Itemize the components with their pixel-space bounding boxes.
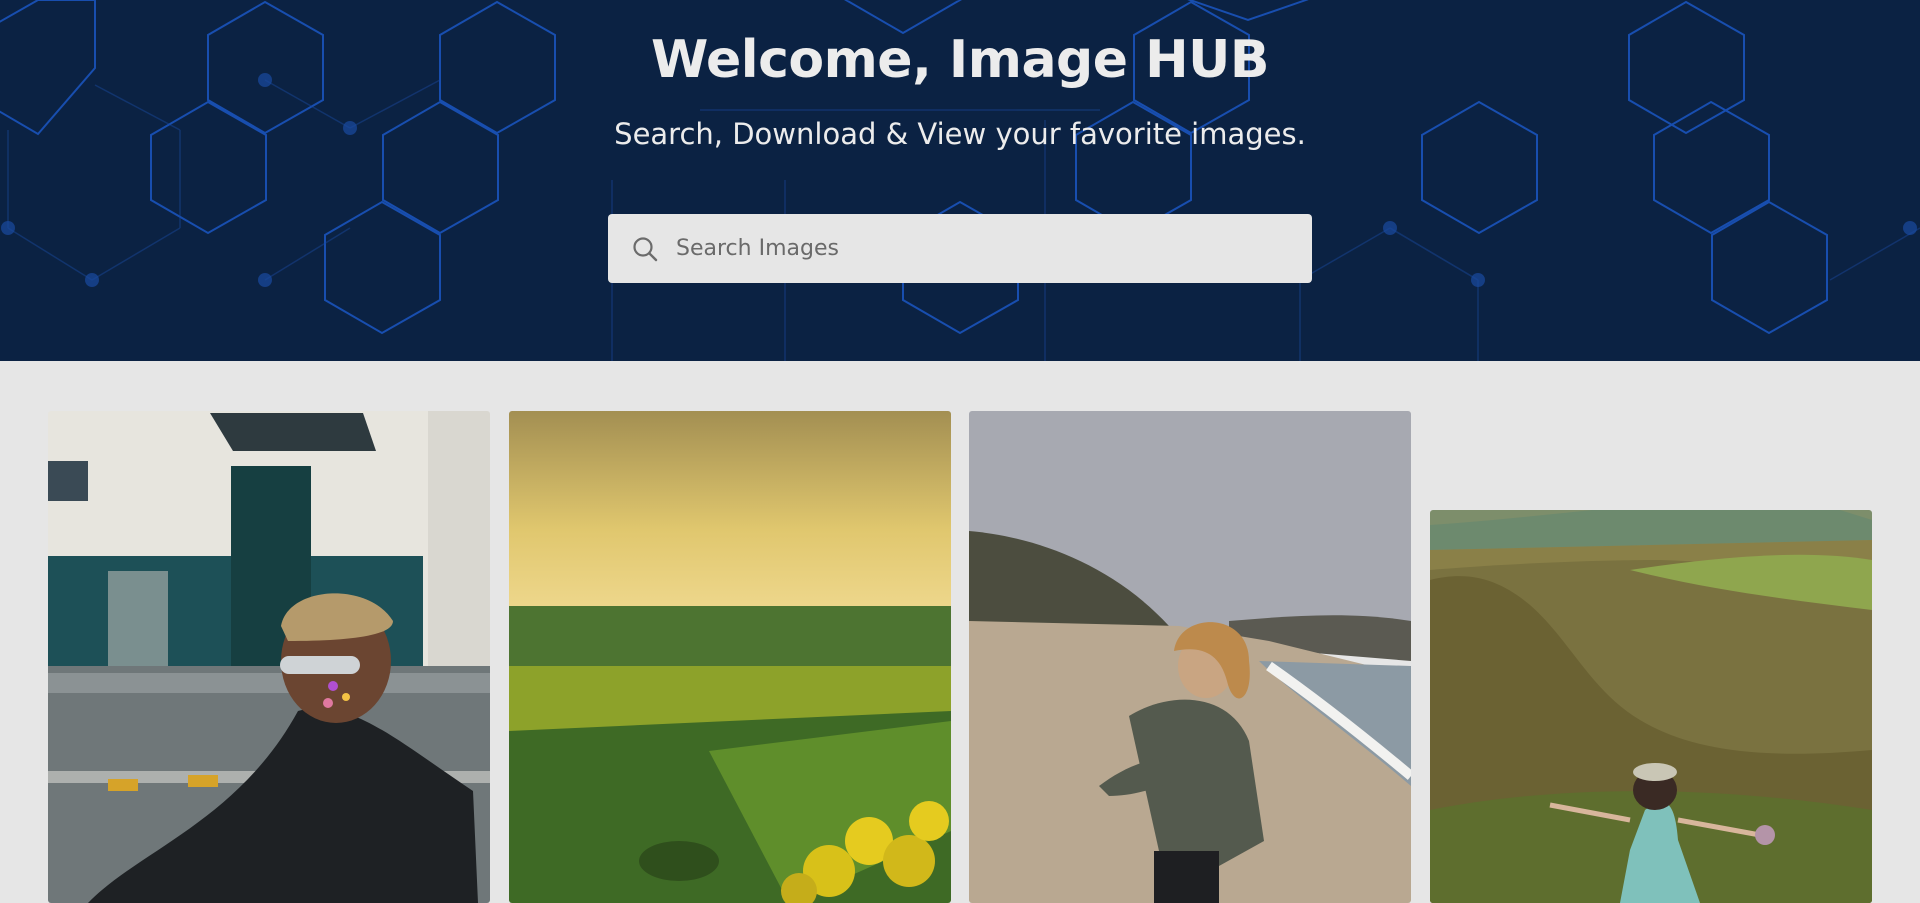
search-icon (633, 237, 658, 262)
gallery-image-card[interactable] (1430, 510, 1872, 903)
search-bar[interactable] (608, 214, 1312, 283)
gallery-image-girl-hills[interactable] (1430, 510, 1872, 903)
gallery-image-card[interactable] (969, 411, 1411, 903)
gallery-image-man-sunglasses[interactable] (48, 411, 490, 903)
gallery-image-card[interactable] (509, 411, 951, 903)
hero-header: Welcome, Image HUB Search, Download & Vi… (0, 0, 1920, 361)
image-gallery (0, 361, 1920, 903)
page-subtitle: Search, Download & View your favorite im… (614, 117, 1306, 151)
gallery-image-woman-beach[interactable] (969, 411, 1411, 903)
search-input[interactable] (676, 214, 1296, 283)
gallery-image-card[interactable] (48, 411, 490, 903)
gallery-image-green-field[interactable] (509, 411, 951, 903)
page-title: Welcome, Image HUB (650, 30, 1270, 90)
